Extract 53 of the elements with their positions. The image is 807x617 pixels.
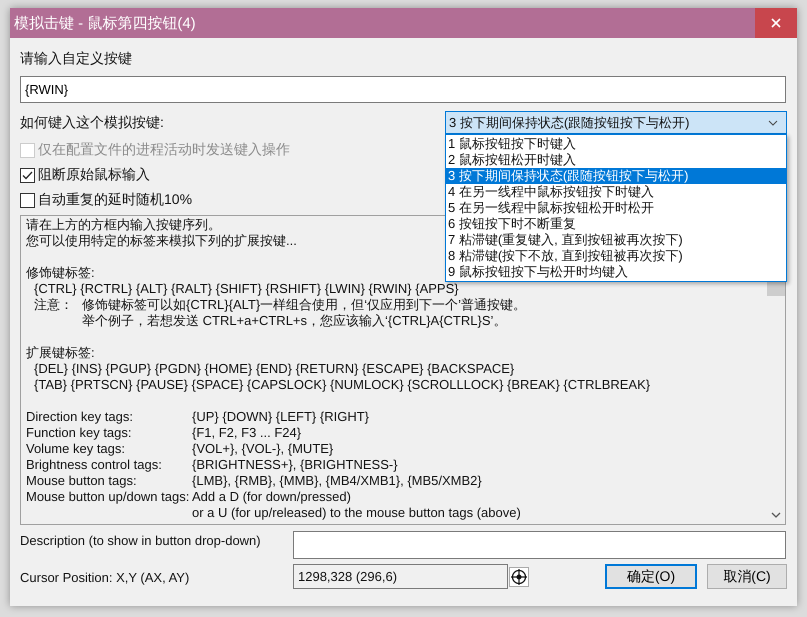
- input-mode-dropdown[interactable]: 3 按下期间保持状态(跟随按钮按下与松开): [445, 111, 787, 134]
- help-text-line: {CTRL} {RCTRL} {ALT} {RALT} {SHIFT} {RSHIFT} {LWIN} {RWIN} {APPS}: [33, 281, 459, 297]
- tag-label: Function key tags:: [26, 425, 132, 440]
- crosshair-icon[interactable]: [509, 566, 529, 586]
- help-text-line: 请在上方的方框内输入按键序列。: [26, 217, 221, 233]
- tag-value: {F1, F2, F3 ... F24}: [192, 425, 302, 441]
- dropdown-option[interactable]: 5 在另一线程中鼠标按钮松开时松开: [446, 200, 786, 216]
- help-text-line: {TAB} {PRTSCN} {PAUSE} {SPACE} {CAPSLOCK} {NUMLOCK} {SCROLLLOCK} {BREAK} {CTRLBREAK}: [33, 377, 650, 393]
- dropdown-option[interactable]: 1 鼠标按钮按下时键入: [446, 136, 786, 152]
- dropdown-option[interactable]: 9 鼠标按钮按下与松开时均键入: [446, 264, 786, 280]
- tag-value: {LMB}, {RMB}, {MMB}, {MB4/XMB1}, {MB5/XMB2}: [192, 473, 482, 489]
- chevron-down-icon: [768, 120, 778, 126]
- help-text-line: 举个例子，若想发送 CTRL+a+CTRL+s，您应该输入‘{CTRL}A{CTRL}S’。: [82, 313, 506, 329]
- checkbox[interactable]: [20, 192, 35, 208]
- tag-label: Mouse button up/down tags:: [26, 489, 190, 504]
- dropdown-option[interactable]: 2 鼠标按钮松开时键入: [446, 152, 786, 168]
- cancel-button[interactable]: 取消(C): [707, 564, 787, 589]
- checkbox[interactable]: [20, 168, 35, 182]
- close-button[interactable]: [755, 8, 797, 38]
- input-mode-label: 如何键入这个模拟按键:: [20, 114, 164, 132]
- note-label: 注意：: [34, 297, 73, 312]
- checkbox-label: 自动重复的延时随机10%: [38, 191, 192, 209]
- dropdown-option[interactable]: 7 粘滞键(重复键入, 直到按钮被再次按下): [446, 232, 786, 248]
- close-icon: [771, 18, 781, 28]
- help-text-line: 修饰键标签可以如{CTRL}{ALT}一样组合使用，但‘仅应用到下一个’普通按键。: [82, 297, 526, 313]
- custom-key-label: 请输入自定义按键: [20, 50, 133, 68]
- dropdown-option[interactable]: 4 在另一线程中鼠标按钮按下时键入: [446, 184, 786, 200]
- dropdown-option[interactable]: 6 按钮按下时不断重复: [446, 216, 786, 232]
- custom-key-field[interactable]: {RWIN}: [20, 76, 786, 103]
- cursor-position-label: Cursor Position: X,Y (AX, AY): [20, 569, 190, 585]
- ok-button[interactable]: 确定(O): [605, 564, 697, 589]
- tag-label: Volume key tags:: [26, 441, 125, 456]
- cursor-position-field[interactable]: 1298,328 (296,6): [293, 564, 508, 589]
- tag-value: or a U (for up/released) to the mouse button tags (above): [192, 505, 521, 521]
- description-field[interactable]: [293, 531, 786, 559]
- tag-label: Brightness control tags:: [26, 457, 162, 472]
- dropdown-option[interactable]: 8 粘滞键(按下不放, 直到按钮被再次按下): [446, 248, 786, 264]
- help-text-line: 您可以使用特定的标签来模拟下列的扩展按键...: [26, 233, 297, 249]
- tag-value: {VOL+}, {VOL-}, {MUTE}: [192, 441, 334, 457]
- tag-value: Add a D (for down/pressed): [192, 489, 351, 505]
- help-text-line: 扩展键标签:: [26, 345, 95, 361]
- help-text-line: 修饰键标签:: [26, 265, 95, 281]
- tag-label: Direction key tags:: [26, 409, 133, 424]
- checkbox-label: 阻断原始鼠标输入: [38, 166, 150, 184]
- help-text-line: {DEL} {INS} {PGUP} {PGDN} {HOME} {END} {RETURN} {ESCAPE} {BACKSPACE}: [33, 361, 514, 377]
- scroll-down-icon[interactable]: [771, 512, 781, 518]
- tag-value: {BRIGHTNESS+}, {BRIGHTNESS-}: [192, 457, 398, 473]
- tag-value: {UP} {DOWN} {LEFT} {RIGHT}: [192, 409, 370, 425]
- checkbox-label: 仅在配置文件的进程活动时发送键入操作: [38, 141, 290, 159]
- description-label: Description (to show in button drop-down): [20, 532, 262, 548]
- dropdown-option[interactable]: 3 按下期间保持状态(跟随按钮按下与松开): [446, 168, 786, 184]
- tag-label: Mouse button tags:: [26, 473, 137, 488]
- window-title: 模拟击键 - 鼠标第四按钮(4): [13, 14, 196, 32]
